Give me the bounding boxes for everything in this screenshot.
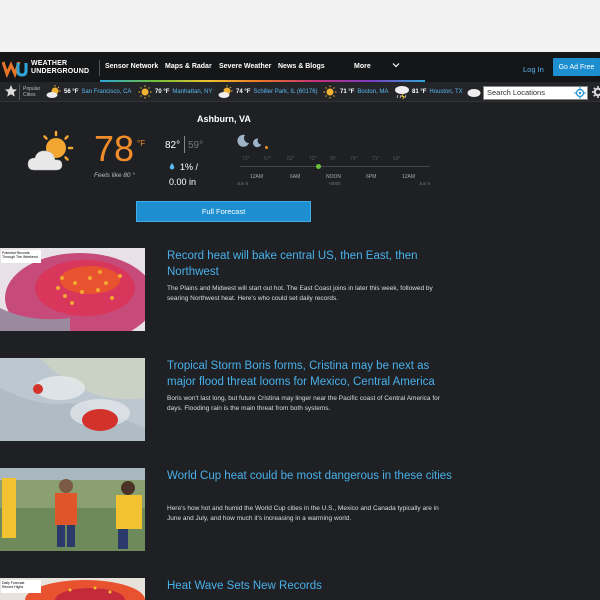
hourly-label: 6PM — [366, 174, 377, 180]
city-houston[interactable]: 81 °F Houston, TX — [394, 84, 463, 100]
cloud-icon — [467, 89, 481, 97]
moon-icon — [253, 138, 262, 148]
storm-map-image — [0, 358, 145, 441]
current-time-marker — [316, 164, 321, 169]
logo-text: WEATHER UNDERGROUND — [31, 60, 89, 76]
soccer-players-image — [0, 468, 145, 551]
thumbnail-label: Potential Records Through The Weekend — [1, 250, 41, 263]
hourly-timeline — [240, 166, 430, 167]
hourly-timezone: +0000 — [328, 181, 341, 186]
article-thumbnail[interactable] — [0, 358, 145, 441]
top-navigation: WEATHER UNDERGROUND Sensor Network Maps … — [0, 52, 600, 82]
chevron-down-icon[interactable] — [392, 61, 400, 69]
nav-divider — [99, 60, 100, 76]
hourly-label: 6AM — [290, 174, 301, 180]
wunderground-logo[interactable]: WEATHER UNDERGROUND — [2, 57, 96, 79]
logo-line2: UNDERGROUND — [31, 68, 90, 75]
hourly-label: NOON — [326, 174, 341, 180]
city-temp: 81 °F — [412, 89, 427, 95]
hourly-temp: 72° — [309, 156, 317, 162]
thunderstorm-icon — [395, 86, 409, 99]
hourly-temp: 71° — [372, 156, 380, 162]
article-title[interactable]: Heat Wave Sets New Records — [167, 578, 452, 594]
nav-maps-radar[interactable]: Maps & Radar — [165, 63, 212, 70]
high-temperature: 82° — [165, 140, 181, 151]
raindrop-icon — [169, 163, 175, 170]
hourly-label: 12AM — [402, 174, 416, 180]
article-title[interactable]: Tropical Storm Boris forms, Cristina may… — [167, 358, 452, 390]
nav-severe-weather[interactable]: Severe Weather — [219, 63, 271, 70]
nav-sensor-network[interactable]: Sensor Network — [105, 63, 158, 70]
hourly-date-right: Jun 9 — [419, 181, 431, 186]
article-thumbnail[interactable] — [0, 468, 145, 551]
city-boston[interactable]: 71 °F Boston, MA — [322, 84, 388, 100]
article-thumbnail[interactable]: Daily Forecast Record Highs — [0, 578, 145, 600]
sun-icon — [323, 85, 337, 99]
article-card[interactable]: Tropical Storm Boris forms, Cristina may… — [0, 358, 450, 442]
article-thumbnail[interactable]: Potential Records Through The Weekend — [0, 248, 145, 331]
star-icon[interactable] — [4, 84, 18, 98]
hourly-temp: 67° — [264, 156, 272, 162]
city-schiller-park[interactable]: 74 °F Schiller Park, IL (60176) — [218, 84, 318, 100]
feels-like: Feels like 80 ° — [94, 172, 135, 179]
city-temp: 71 °F — [340, 89, 355, 95]
hourly-date-left: Jun 8 — [237, 181, 249, 186]
gear-icon[interactable] — [592, 86, 600, 98]
city-san-francisco[interactable]: 56 °F San Francisco, CA — [46, 84, 131, 100]
moon-icon — [237, 134, 249, 147]
nav-more[interactable]: More — [354, 63, 371, 70]
precip-amount: 0.00 in — [169, 177, 197, 187]
popular-cities-label: Popular Cities — [23, 86, 40, 98]
hourly-temp: 79° — [350, 156, 358, 162]
low-temperature: 59° — [188, 140, 204, 151]
go-ad-free-button[interactable]: Go Ad Free — [553, 58, 600, 76]
article-title[interactable]: Record heat will bake central US, then E… — [167, 248, 452, 280]
nav-news-blogs[interactable]: News & Blogs — [278, 63, 325, 70]
current-temperature: 78 — [94, 128, 135, 169]
hourly-temp: 73° — [242, 156, 250, 162]
hourly-temp: 78° — [329, 156, 337, 162]
article-card[interactable]: World Cup heat could be most dangerous i… — [0, 468, 452, 552]
logo-line1: WEATHER — [31, 60, 68, 67]
thumbnail-label-line2: Through The Weekend — [2, 255, 38, 259]
temperature-unit: °F — [137, 139, 146, 148]
partly-cloudy-sun-icon — [218, 85, 233, 98]
locate-me-icon[interactable] — [574, 87, 586, 99]
full-forecast-button[interactable]: Full Forecast — [136, 201, 311, 222]
city-temp: 74 °F — [236, 89, 251, 95]
article-title[interactable]: World Cup heat could be most dangerous i… — [167, 468, 452, 484]
city-name: Houston, TX — [429, 89, 463, 95]
city-temp: 70 °F — [155, 89, 170, 95]
hi-lo-divider — [184, 136, 185, 153]
article-card[interactable]: Potential Records Through The Weekend Re… — [0, 248, 450, 332]
current-location-title: Ashburn, VA — [197, 114, 251, 124]
search-locations-input[interactable]: Search Locations — [483, 86, 588, 100]
popular-label-line2: Cities — [23, 92, 36, 98]
hourly-temps: 73° 67° 62° 72° 78° 79° 71° 63° — [238, 156, 434, 164]
city-name: Manhattan, NY — [172, 89, 213, 95]
city-name: Boston, MA — [357, 89, 389, 95]
hourly-label: 12AM — [250, 174, 264, 180]
hourly-temp: 62° — [287, 156, 295, 162]
thumbnail-label-line2: Record Highs — [2, 585, 24, 589]
city-name: San Francisco, CA — [81, 89, 132, 95]
article-card[interactable]: Daily Forecast Record Highs Heat Wave Se… — [0, 578, 450, 600]
city-name: Schiller Park, IL (60176) — [253, 89, 318, 95]
thumbnail-label: Daily Forecast Record Highs — [1, 580, 41, 593]
login-link[interactable]: Log In — [523, 65, 544, 74]
ad-banner-area — [0, 0, 600, 52]
hourly-temp: 63° — [393, 156, 401, 162]
article-summary: Boris won't last long, but future Cristi… — [167, 395, 440, 412]
partly-cloudy-sun-icon — [27, 130, 74, 171]
article-summary: Here's how hot and humid the World Cup c… — [167, 505, 439, 522]
wu-logo-icon — [2, 61, 28, 78]
precip-chance: 1% / — [180, 162, 199, 172]
article-summary: The Plains and Midwest will start out ho… — [167, 285, 433, 302]
popular-divider — [19, 84, 20, 100]
city-temp: 56 °F — [64, 89, 79, 95]
sunrise-dot — [265, 146, 268, 149]
sun-icon — [138, 85, 152, 99]
partly-cloudy-sun-icon — [46, 85, 61, 98]
city-manhattan[interactable]: 70 °F Manhattan, NY — [137, 84, 212, 100]
